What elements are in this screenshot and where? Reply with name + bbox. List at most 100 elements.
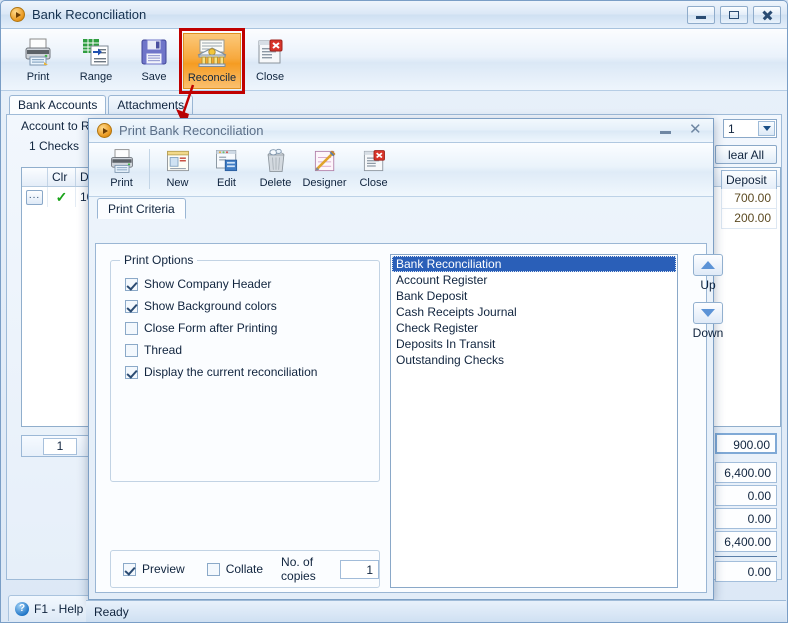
tab-print-criteria[interactable]: Print Criteria <box>97 198 186 219</box>
dialog-button-label: Close <box>359 177 388 189</box>
row-detail-button[interactable]: ... <box>26 189 43 205</box>
window-controls <box>687 6 781 24</box>
checkbox-display-current-reconciliation[interactable] <box>125 365 138 379</box>
toolbar-label: Print <box>26 71 50 83</box>
close-button[interactable] <box>753 6 781 24</box>
total-value: 0.00 <box>715 485 777 506</box>
list-item[interactable]: Check Register <box>392 320 676 336</box>
toolbar-button-save[interactable]: Save <box>125 33 183 89</box>
dialog-window-controls: ✕ <box>659 122 703 138</box>
main-tab-bar: Bank Accounts Attachments <box>1 94 787 114</box>
total-value: 6,400.00 <box>715 462 777 483</box>
list-item[interactable]: Outstanding Checks <box>392 352 676 368</box>
dialog-tab-bar: Print Criteria <box>89 197 713 219</box>
toolbar-label: Range <box>79 71 113 83</box>
dialog-button-print[interactable]: Print <box>97 145 146 195</box>
close-button[interactable]: ✕ <box>689 122 703 138</box>
chevron-down-icon[interactable] <box>758 121 775 136</box>
new-document-icon <box>164 147 192 175</box>
edit-document-icon <box>213 147 241 175</box>
dialog-button-new[interactable]: New <box>153 145 202 195</box>
account-select[interactable]: 1 <box>723 119 777 138</box>
toolbar-label: Close <box>255 71 285 83</box>
restore-button[interactable] <box>720 6 748 24</box>
dialog-button-label: Delete <box>259 177 292 189</box>
print-bottom-options-group: Preview Collate No. of copies 1 <box>110 550 380 588</box>
dialog-button-close[interactable]: Close <box>349 145 398 195</box>
toolbar-label: Save <box>141 71 167 83</box>
total-value: 0.00 <box>715 508 777 529</box>
checkbox-label-collate: Collate <box>225 562 264 576</box>
list-item[interactable]: Deposits In Transit <box>392 336 676 352</box>
reorder-controls: Up Down <box>686 254 730 350</box>
total-difference: 0.00 <box>715 561 777 582</box>
tab-bank-accounts[interactable]: Bank Accounts <box>9 95 107 114</box>
checkbox-close-form-after-printing[interactable] <box>125 321 138 335</box>
cleared-checkmark-icon: ✓ <box>55 188 68 205</box>
list-item[interactable]: Account Register <box>392 272 676 288</box>
toolbar-label: Reconcile <box>187 72 237 84</box>
status-text: Ready <box>94 604 129 619</box>
move-down-label: Down <box>692 326 724 340</box>
print-bank-reconciliation-dialog: Print Bank Reconciliation ✕ Print New Ed… <box>88 118 723 600</box>
clear-all-button[interactable]: lear All <box>715 145 777 164</box>
checkbox-row-close-form-after-printing[interactable]: Close Form after Printing <box>125 321 379 335</box>
checkbox-show-background-colors[interactable] <box>125 299 138 313</box>
dialog-button-edit[interactable]: Edit <box>202 145 251 195</box>
account-select-value: 1 <box>728 121 735 136</box>
deposit-cell: 200.00 <box>721 209 777 229</box>
bank-building-icon <box>196 37 228 69</box>
dialog-button-label: Edit <box>217 177 236 189</box>
dialog-button-delete[interactable]: Delete <box>251 145 300 195</box>
dialog-titlebar: Print Bank Reconciliation ✕ <box>89 119 713 143</box>
tab-attachments[interactable]: Attachments <box>108 95 194 114</box>
dialog-button-designer[interactable]: Designer <box>300 145 349 195</box>
deposit-cell: 700.00 <box>721 189 777 209</box>
help-label: F1 - Help <box>34 601 84 616</box>
toolbar-button-reconcile[interactable]: Reconcile <box>183 33 241 89</box>
printer-icon <box>108 147 136 175</box>
move-up-button[interactable] <box>693 254 723 276</box>
deposit-column: Deposit 700.00 200.00 <box>721 170 777 229</box>
copies-label: No. of copies <box>281 555 316 583</box>
designer-pencil-icon <box>311 147 339 175</box>
checkbox-preview[interactable] <box>123 562 136 576</box>
close-document-icon <box>360 147 388 175</box>
checkbox-show-company-header[interactable] <box>125 277 138 291</box>
toolbar-button-print[interactable]: Print <box>9 33 67 89</box>
toolbar-button-close[interactable]: Close <box>241 33 299 89</box>
triangle-up-icon <box>701 261 715 269</box>
orb-play-icon <box>10 7 25 22</box>
status-bar: Ready <box>86 600 786 622</box>
printer-icon <box>22 36 54 68</box>
dialog-button-label: Print <box>110 177 133 189</box>
checkbox-row-display-current-reconciliation[interactable]: Display the current reconciliation <box>125 365 379 379</box>
close-document-icon <box>254 36 286 68</box>
main-toolbar: Print Range Save Reconcile Close <box>1 28 787 94</box>
checkbox-row-thread[interactable]: Thread <box>125 343 379 357</box>
toolbar-button-range[interactable]: Range <box>67 33 125 89</box>
totals-area: 900.00 6,400.00 0.00 0.00 6,400.00 0.00 <box>715 433 777 584</box>
report-list[interactable]: Bank Reconciliation Account Register Ban… <box>390 254 678 588</box>
toolbar-button-reconcile-wrapper: Reconcile <box>179 28 245 94</box>
deposit-column-header: Deposit <box>721 170 777 189</box>
range-grid-icon <box>80 36 112 68</box>
list-item[interactable]: Bank Deposit <box>392 288 676 304</box>
checkbox-row-show-background-colors[interactable]: Show Background colors <box>125 299 379 313</box>
checkbox-collate[interactable] <box>206 562 220 576</box>
floppy-disk-icon <box>138 36 170 68</box>
question-mark-icon: ? <box>15 601 29 616</box>
page-number-input[interactable]: 1 <box>43 437 77 455</box>
copies-input[interactable]: 1 <box>339 559 379 579</box>
list-item[interactable]: Cash Receipts Journal <box>392 304 676 320</box>
checkbox-thread[interactable] <box>125 343 138 357</box>
minimize-button[interactable] <box>659 122 673 138</box>
main-titlebar: Bank Reconciliation <box>1 1 787 29</box>
checkbox-label: Show Company Header <box>144 277 272 291</box>
minimize-button[interactable] <box>687 6 715 24</box>
trash-can-icon <box>262 147 290 175</box>
dialog-toolbar: Print New Edit Delete Designer Close <box>89 143 713 197</box>
list-item[interactable]: Bank Reconciliation <box>392 256 676 272</box>
checkbox-row-show-company-header[interactable]: Show Company Header <box>125 277 379 291</box>
move-down-button[interactable] <box>693 302 723 324</box>
